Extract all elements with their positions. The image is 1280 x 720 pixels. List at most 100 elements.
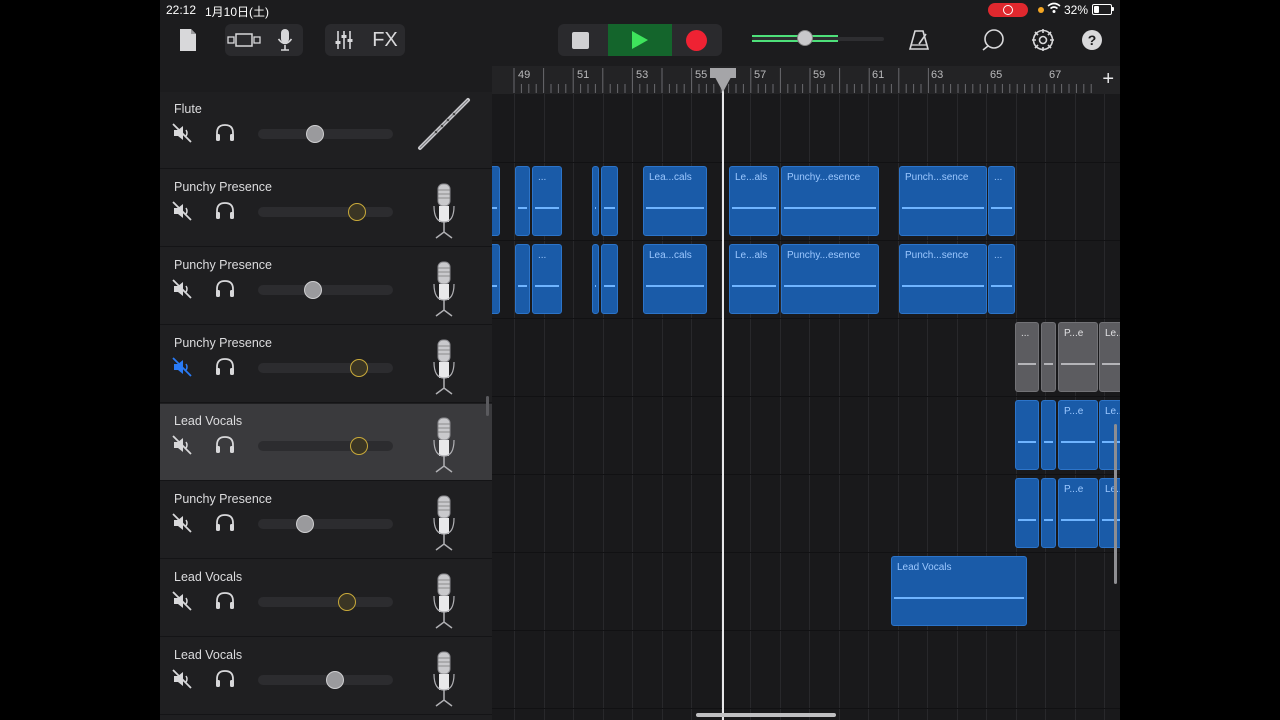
track-header[interactable]: Punchy Presence [160, 326, 492, 403]
mixer-button[interactable] [328, 26, 360, 54]
audio-region[interactable]: ... [988, 244, 1015, 314]
mute-button[interactable] [172, 435, 192, 455]
track-volume-knob[interactable] [296, 515, 314, 533]
track-volume-knob[interactable] [304, 281, 322, 299]
help-button[interactable]: ? [1082, 30, 1102, 50]
track-volume-knob[interactable] [326, 671, 344, 689]
mic-indicator-icon [1038, 7, 1044, 13]
track-volume-slider[interactable] [258, 515, 393, 533]
record-button[interactable] [686, 30, 707, 51]
tracks-area[interactable]: ... Lea...cals Le...als Punchy...esence … [492, 94, 1120, 720]
microphone-icon[interactable] [428, 338, 460, 396]
solo-button[interactable] [214, 357, 236, 377]
track-header[interactable]: Flute [160, 92, 492, 169]
audio-region[interactable]: Punchy...esence [781, 166, 879, 236]
audio-region[interactable]: ... [988, 166, 1015, 236]
track-volume-slider[interactable] [258, 437, 393, 455]
track-volume-slider[interactable] [258, 593, 393, 611]
my-songs-button[interactable] [174, 26, 202, 54]
solo-button[interactable] [214, 513, 236, 533]
audio-region[interactable]: Lea...cals [643, 166, 707, 236]
solo-button[interactable] [214, 591, 236, 611]
master-volume-slider[interactable] [752, 30, 884, 46]
track-volume-slider[interactable] [258, 359, 393, 377]
track-volume-slider[interactable] [258, 125, 393, 143]
audio-region[interactable]: Lead Vocals [891, 556, 1027, 626]
audio-region[interactable]: ... [532, 166, 562, 236]
audio-region[interactable] [492, 244, 500, 314]
track-volume-knob[interactable] [338, 593, 356, 611]
track-volume-knob[interactable] [350, 437, 368, 455]
track-header[interactable]: Punchy Presence [160, 248, 492, 325]
add-section-button[interactable]: + [1102, 68, 1114, 91]
audio-region[interactable]: Punch...sence [899, 166, 987, 236]
audio-region[interactable]: ... [532, 244, 562, 314]
audio-region[interactable]: Lea...cals [643, 244, 707, 314]
track-header[interactable]: Lead Vocals [160, 404, 492, 481]
audio-region[interactable]: P...e [1058, 400, 1098, 470]
solo-button[interactable] [214, 435, 236, 455]
audio-region[interactable]: Le...als [729, 244, 779, 314]
track-volume-slider[interactable] [258, 671, 393, 689]
track-volume-slider[interactable] [258, 203, 393, 221]
settings-button[interactable] [1029, 26, 1057, 54]
master-volume-knob[interactable] [797, 30, 813, 46]
audio-region[interactable]: Punch...sence [899, 244, 987, 314]
audio-region[interactable] [492, 166, 500, 236]
audio-region[interactable] [601, 244, 618, 314]
audio-region[interactable]: Punchy...esence [781, 244, 879, 314]
track-header[interactable]: Punchy Presence [160, 482, 492, 559]
microphone-icon[interactable] [428, 416, 460, 474]
audio-region[interactable] [601, 166, 618, 236]
solo-button[interactable] [214, 123, 236, 143]
audio-region[interactable] [515, 244, 530, 314]
stop-button[interactable] [572, 32, 589, 49]
mute-button[interactable] [172, 591, 192, 611]
track-volume-slider[interactable] [258, 281, 393, 299]
microphone-icon[interactable] [428, 494, 460, 552]
track-header[interactable]: Lead Vocals [160, 638, 492, 715]
mute-button[interactable] [172, 279, 192, 299]
mute-button[interactable] [172, 669, 192, 689]
microphone-icon[interactable] [428, 260, 460, 318]
playhead-handle-tip[interactable] [710, 68, 736, 92]
metronome-button[interactable] [905, 26, 933, 54]
audio-region[interactable] [1041, 478, 1056, 548]
track-volume-knob[interactable] [306, 125, 324, 143]
audio-region[interactable] [592, 166, 599, 236]
track-volume-knob[interactable] [348, 203, 366, 221]
audio-region[interactable] [1015, 400, 1039, 470]
audio-region[interactable] [1015, 478, 1039, 548]
mute-button[interactable] [172, 123, 192, 143]
fx-button[interactable]: FX [368, 26, 402, 54]
track-header[interactable]: Lead Vocals [160, 560, 492, 637]
bar-ruler[interactable]: 49 51 53 55 57 59 61 63 65 67 + [492, 66, 1120, 95]
solo-button[interactable] [214, 279, 236, 299]
track-volume-knob[interactable] [350, 359, 368, 377]
microphone-button[interactable] [270, 26, 300, 54]
audio-region-muted[interactable]: Le... [1099, 322, 1120, 392]
loop-browser-button[interactable] [980, 26, 1008, 54]
mute-button[interactable] [172, 357, 192, 377]
microphone-icon[interactable] [428, 572, 460, 630]
track-header[interactable]: Punchy Presence [160, 170, 492, 247]
tracks-view-icon [227, 33, 261, 47]
home-indicator[interactable] [696, 713, 836, 717]
solo-button[interactable] [214, 669, 236, 689]
audio-region[interactable] [592, 244, 599, 314]
audio-region[interactable]: P...e [1058, 478, 1098, 548]
mute-button[interactable] [172, 513, 192, 533]
audio-region-muted[interactable]: ... [1015, 322, 1039, 392]
audio-region[interactable] [1041, 400, 1056, 470]
microphone-icon[interactable] [428, 182, 460, 240]
audio-region-muted[interactable] [1041, 322, 1056, 392]
tracks-view-button[interactable] [226, 26, 262, 54]
audio-region-muted[interactable]: P...e [1058, 322, 1098, 392]
solo-button[interactable] [214, 201, 236, 221]
mute-button[interactable] [172, 201, 192, 221]
microphone-icon[interactable] [428, 650, 460, 708]
flute-icon[interactable] [416, 96, 472, 152]
audio-region[interactable] [515, 166, 530, 236]
bar-number: 67 [1049, 69, 1062, 81]
audio-region[interactable]: Le...als [729, 166, 779, 236]
